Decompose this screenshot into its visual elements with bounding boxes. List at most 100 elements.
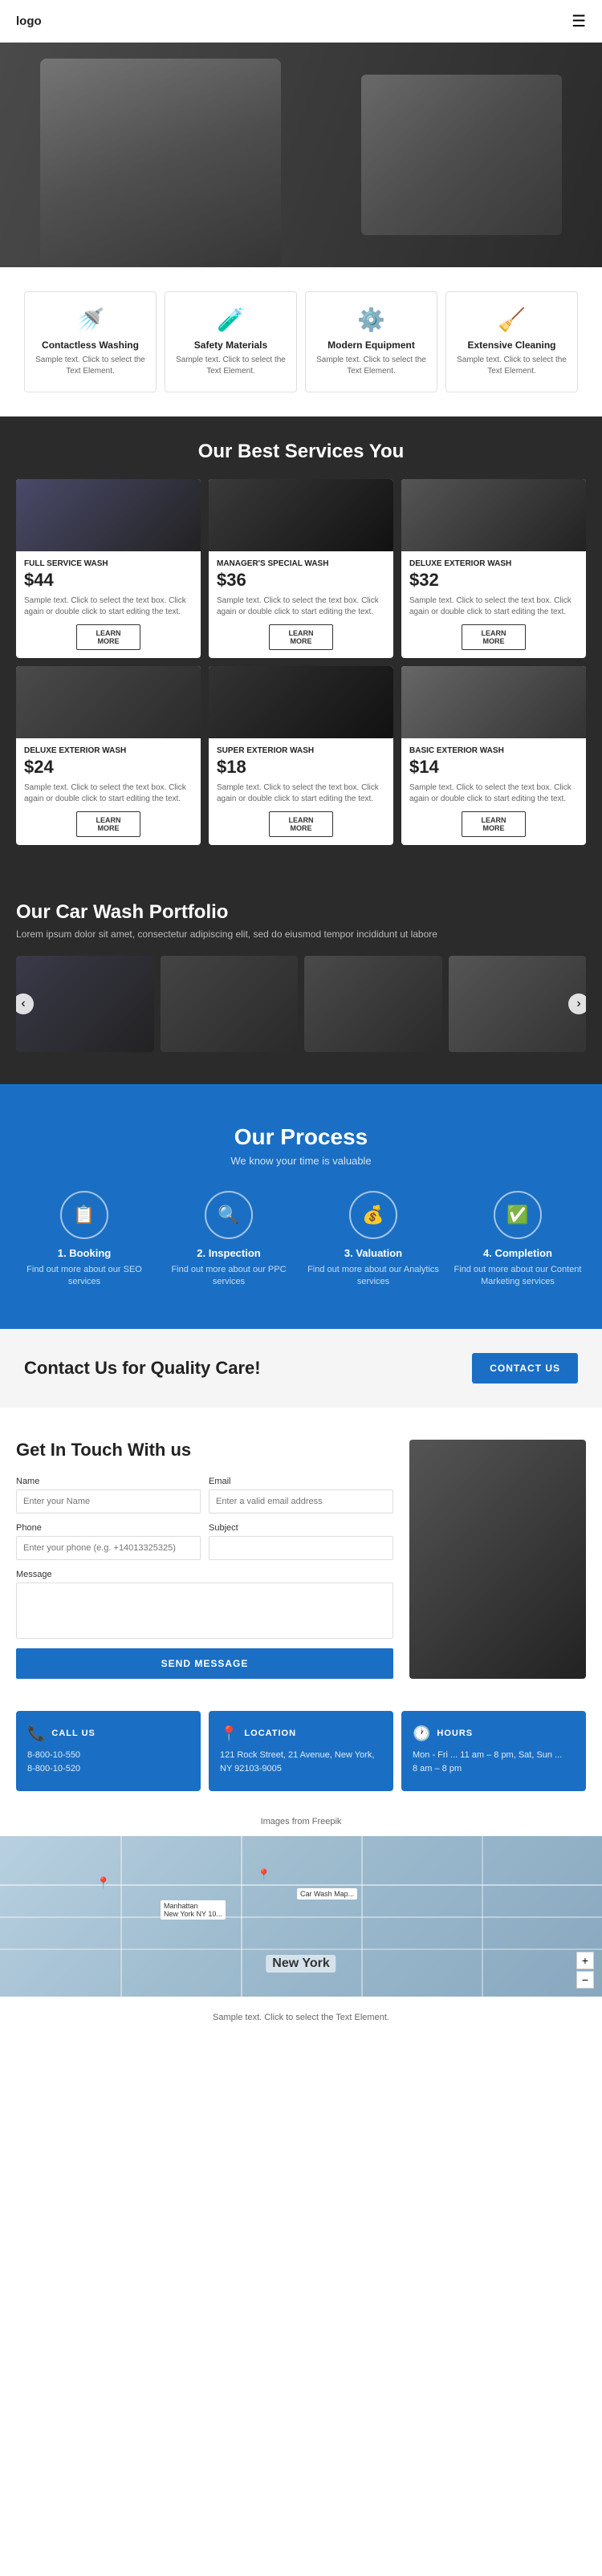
map-pin-2: ManhattanNew York NY 10... (161, 1900, 226, 1920)
send-message-button[interactable]: SEND MESSAGE (16, 1648, 393, 1679)
contact-us-button[interactable]: CONTACT US (472, 1353, 578, 1383)
info-card-title-2: HOURS (437, 1729, 473, 1738)
service-learn-btn-2[interactable]: LEARN MORE (462, 624, 526, 650)
feature-title-3: Extensive Cleaning (454, 339, 569, 351)
map-zoom-controls: + − (576, 1952, 594, 1989)
info-card-icon-2: 🕐 (413, 1725, 430, 1742)
phone-input[interactable] (16, 1536, 201, 1560)
step-name-2: 3. Valuation (305, 1247, 441, 1259)
feature-card-2: ⚙️ Modern Equipment Sample text. Click t… (305, 291, 437, 392)
name-input[interactable] (16, 1489, 201, 1514)
service-desc-4: Sample text. Click to select the text bo… (217, 782, 385, 805)
feature-card-0: 🚿 Contactless Washing Sample text. Click… (24, 291, 157, 392)
service-desc-5: Sample text. Click to select the text bo… (409, 782, 578, 805)
service-learn-btn-0[interactable]: LEARN MORE (76, 624, 140, 650)
portfolio-image-1 (16, 956, 154, 1052)
contact-banner-text: Contact Us for Quality Care! (24, 1358, 261, 1379)
service-name-1: MANAGER'S SPECIAL WASH (217, 559, 385, 568)
service-desc-1: Sample text. Click to select the text bo… (217, 595, 385, 618)
step-icon-0: 📋 (60, 1191, 108, 1239)
footer-label: Sample text. Click to select the Text El… (213, 2013, 389, 2022)
form-subject-group: Subject (209, 1523, 393, 1560)
step-desc-2: Find out more about our Analytics servic… (305, 1264, 441, 1289)
step-icon-1: 🔍 (205, 1191, 253, 1239)
service-price-0: $44 (24, 570, 193, 591)
hero-section (0, 43, 602, 267)
services-grid: FULL SERVICE WASH $44 Sample text. Click… (16, 479, 586, 845)
map-section: New York 📍 ManhattanNew York NY 10... 📍 … (0, 1836, 602, 1997)
service-image-2 (401, 479, 586, 551)
service-price-4: $18 (217, 757, 385, 778)
service-card-3: DELUXE EXTERIOR WASH $24 Sample text. Cl… (16, 666, 201, 845)
map-pin-1: 📍 (96, 1876, 110, 1890)
form-name-group: Name (16, 1477, 201, 1514)
info-card-header-0: 📞 CALL US (27, 1725, 189, 1742)
service-card-2: DELUXE EXTERIOR WASH $32 Sample text. Cl… (401, 479, 586, 658)
map-pin-4: Car Wash Map... (297, 1888, 357, 1899)
logo: logo (16, 14, 42, 28)
message-label: Message (16, 1570, 393, 1579)
contact-banner: Contact Us for Quality Care! CONTACT US (0, 1329, 602, 1408)
portfolio-title: Our Car Wash Portfolio (16, 901, 586, 924)
phone-label: Phone (16, 1523, 201, 1533)
service-image-0 (16, 479, 201, 551)
portfolio-carousel: ‹ › (16, 956, 586, 1052)
info-card-content-0: 8-800-10-5508-800-10-520 (27, 1749, 189, 1777)
map-zoom-out-button[interactable]: − (576, 1971, 594, 1989)
portfolio-subtitle: Lorem ipsum dolor sit amet, consectetur … (16, 928, 586, 940)
service-desc-2: Sample text. Click to select the text bo… (409, 595, 578, 618)
feature-desc-0: Sample text. Click to select the Text El… (33, 355, 148, 377)
hero-person-element (40, 59, 281, 267)
form-phone-group: Phone (16, 1523, 201, 1560)
service-learn-btn-3[interactable]: LEARN MORE (76, 811, 140, 837)
feature-desc-2: Sample text. Click to select the Text El… (314, 355, 429, 377)
contact-form-side: Get In Touch With us Name Email Phone Su… (16, 1440, 393, 1679)
info-card-content-2: Mon - Fri ... 11 am – 8 pm, Sat, Sun ...… (413, 1749, 575, 1777)
info-card-icon-0: 📞 (27, 1725, 45, 1742)
name-label: Name (16, 1477, 201, 1486)
step-name-0: 1. Booking (16, 1247, 153, 1259)
form-message-group: Message (16, 1570, 393, 1639)
contact-car-image (409, 1440, 586, 1679)
feature-desc-3: Sample text. Click to select the Text El… (454, 355, 569, 377)
step-desc-0: Find out more about our SEO services (16, 1264, 153, 1289)
service-image-3 (16, 666, 201, 738)
service-name-0: FULL SERVICE WASH (24, 559, 193, 568)
hero-right-element (361, 75, 562, 235)
hamburger-menu-icon[interactable]: ☰ (571, 11, 586, 31)
info-card-2: 🕐 HOURS Mon - Fri ... 11 am – 8 pm, Sat,… (401, 1711, 586, 1791)
subject-input[interactable] (209, 1536, 393, 1560)
freepik-text: Images from Freepik (261, 1817, 342, 1826)
footer-text: Sample text. Click to select the Text El… (0, 1997, 602, 2038)
service-learn-btn-4[interactable]: LEARN MORE (269, 811, 333, 837)
message-textarea[interactable] (16, 1583, 393, 1639)
feature-card-3: 🧹 Extensive Cleaning Sample text. Click … (445, 291, 578, 392)
form-email-group: Email (209, 1477, 393, 1514)
step-icon-3: ✅ (494, 1191, 542, 1239)
step-desc-3: Find out more about our Content Marketin… (449, 1264, 586, 1289)
service-name-2: DELUXE EXTERIOR WASH (409, 559, 578, 568)
email-input[interactable] (209, 1489, 393, 1514)
feature-title-1: Safety Materials (173, 339, 288, 351)
service-learn-btn-1[interactable]: LEARN MORE (269, 624, 333, 650)
process-step-2: 💰 3. Valuation Find out more about our A… (305, 1191, 441, 1289)
services-section: Our Best Services You FULL SERVICE WASH … (0, 416, 602, 877)
process-title: Our Process (16, 1124, 586, 1150)
form-row-1: Name Email (16, 1477, 393, 1514)
step-desc-1: Find out more about our PPC services (161, 1264, 297, 1289)
service-price-5: $14 (409, 757, 578, 778)
service-card-5: BASIC EXTERIOR WASH $14 Sample text. Cli… (401, 666, 586, 845)
form-row-2: Phone Subject (16, 1523, 393, 1560)
service-name-4: SUPER EXTERIOR WASH (217, 746, 385, 755)
service-learn-btn-5[interactable]: LEARN MORE (462, 811, 526, 837)
feature-icon-3: 🧹 (454, 307, 569, 333)
service-card-0: FULL SERVICE WASH $44 Sample text. Click… (16, 479, 201, 658)
process-step-1: 🔍 2. Inspection Find out more about our … (161, 1191, 297, 1289)
service-card-1: MANAGER'S SPECIAL WASH $36 Sample text. … (209, 479, 393, 658)
carousel-right-button[interactable]: › (568, 993, 586, 1014)
services-title: Our Best Services You (16, 441, 586, 463)
step-icon-2: 💰 (349, 1191, 397, 1239)
map-zoom-in-button[interactable]: + (576, 1952, 594, 1969)
service-price-3: $24 (24, 757, 193, 778)
contact-form-section: Get In Touch With us Name Email Phone Su… (0, 1408, 602, 1711)
